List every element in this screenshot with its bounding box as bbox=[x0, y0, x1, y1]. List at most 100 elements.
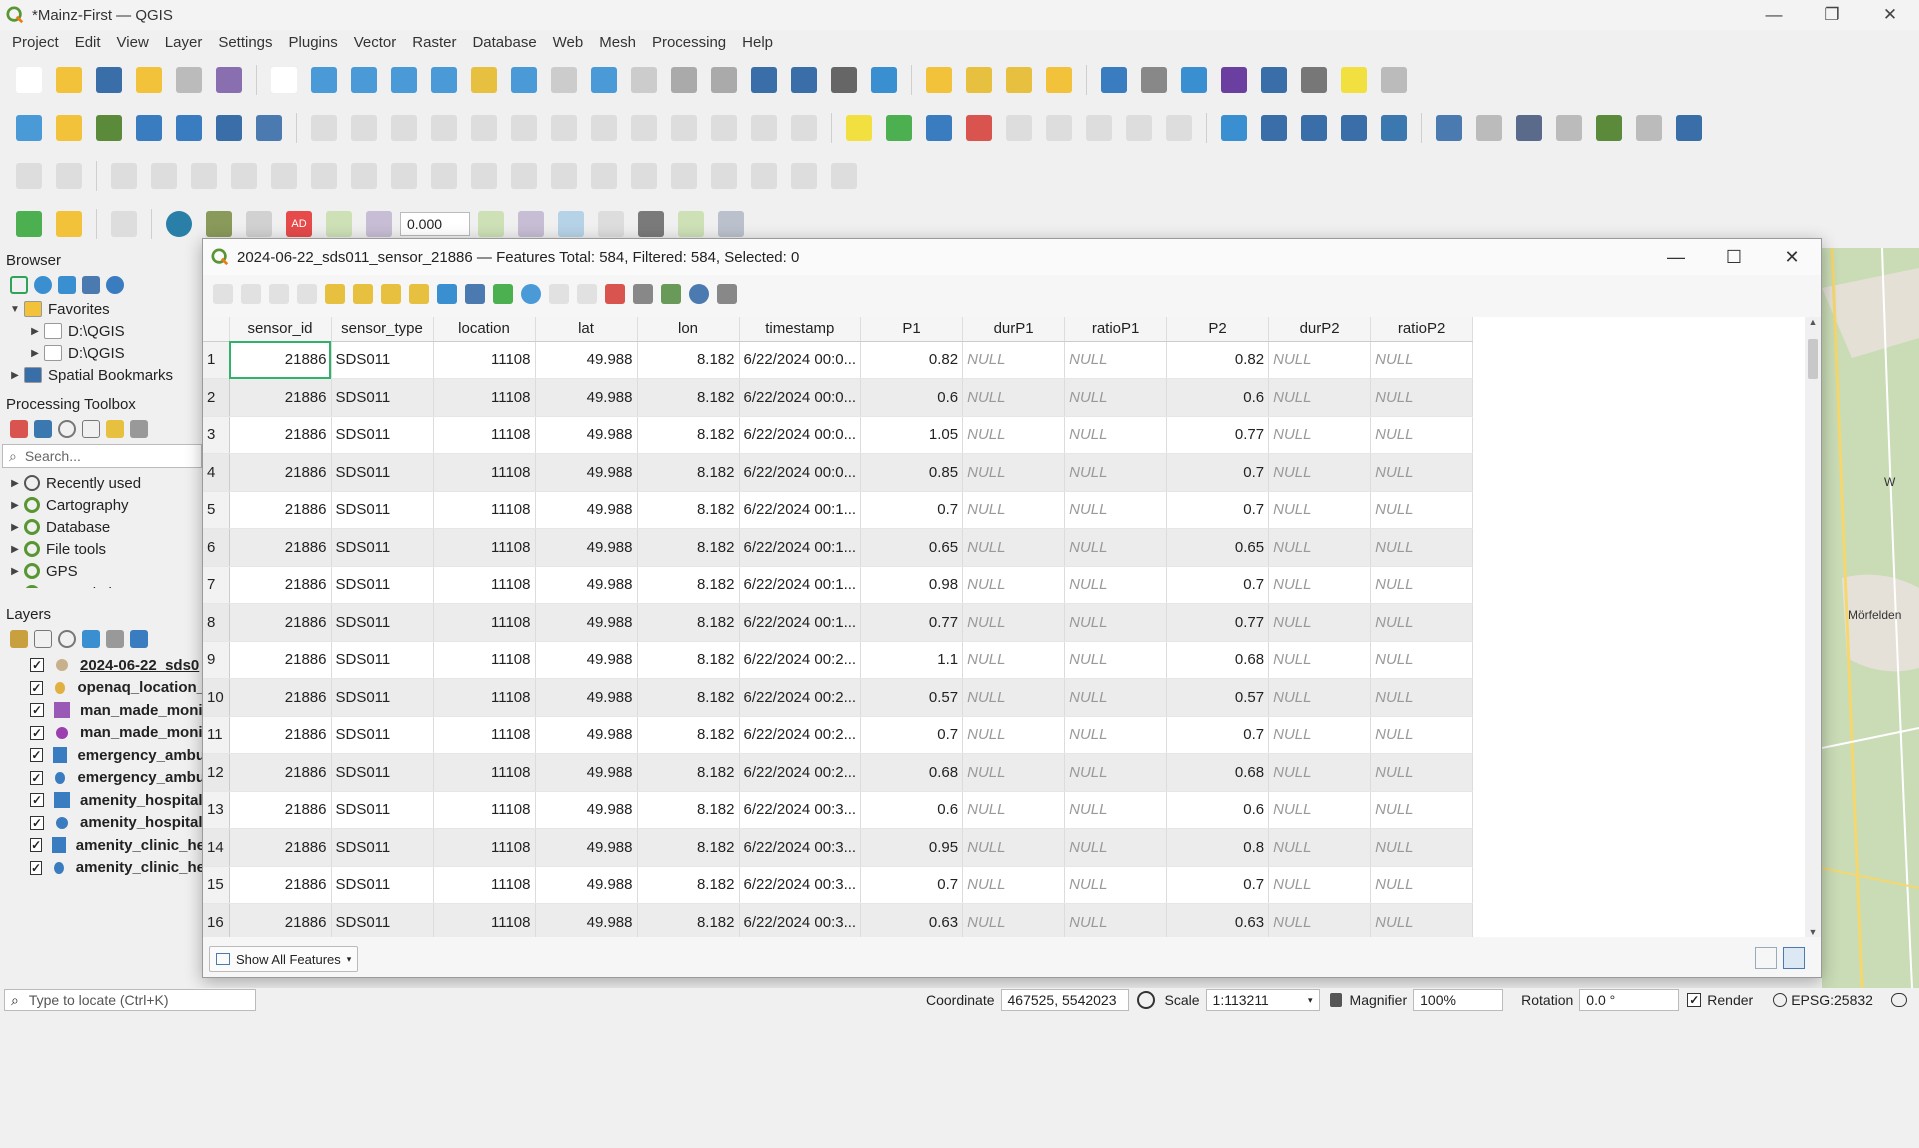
models-icon[interactable] bbox=[10, 420, 28, 438]
chevron-right-icon[interactable]: ▶ bbox=[26, 348, 44, 359]
conditional-formatting-icon[interactable] bbox=[661, 284, 681, 304]
zoom-native-icon[interactable] bbox=[545, 61, 583, 99]
table-cell[interactable]: 1.05 bbox=[860, 416, 964, 454]
rotate-icon[interactable] bbox=[545, 157, 583, 195]
toggle-edit-icon[interactable] bbox=[345, 109, 383, 147]
show-bookmarks-icon[interactable] bbox=[785, 61, 823, 99]
table-cell[interactable]: 6/22/2024 00:3... bbox=[739, 828, 862, 867]
move-selection-top-icon[interactable] bbox=[465, 284, 485, 304]
toolbox-item[interactable]: ▶ Recently used bbox=[0, 472, 205, 494]
table-cell[interactable]: 49.988 bbox=[535, 866, 638, 904]
map-canvas[interactable]: W Mörfelden bbox=[1821, 247, 1919, 989]
table-cell[interactable]: 8.182 bbox=[637, 866, 740, 904]
toolbox-item[interactable]: ▶ Interpolation bbox=[0, 582, 205, 588]
table-cell[interactable]: 0.7 bbox=[860, 491, 964, 529]
table-cell[interactable]: NULL bbox=[1268, 753, 1372, 792]
table-cell[interactable]: NULL bbox=[962, 866, 1066, 904]
chevron-right-icon[interactable]: ▶ bbox=[6, 500, 24, 511]
table-cell[interactable]: SDS011 bbox=[331, 678, 434, 717]
table-cell[interactable]: 49.988 bbox=[535, 341, 638, 379]
edit-rendering-icon[interactable] bbox=[106, 420, 124, 438]
add-vertex-icon[interactable] bbox=[1590, 109, 1628, 147]
point-cloud-icon[interactable] bbox=[1550, 109, 1588, 147]
pan-to-selection-icon[interactable] bbox=[305, 61, 343, 99]
table-cell[interactable]: 8.182 bbox=[637, 903, 740, 937]
select-expression-icon[interactable] bbox=[325, 284, 345, 304]
fill-ring-icon[interactable] bbox=[665, 157, 703, 195]
table-cell[interactable]: 0.77 bbox=[1166, 416, 1270, 454]
menu-plugins[interactable]: Plugins bbox=[281, 34, 346, 51]
table-cell[interactable]: NULL bbox=[1268, 378, 1372, 417]
table-cell[interactable]: 6/22/2024 00:0... bbox=[739, 378, 862, 417]
simplify-icon[interactable] bbox=[585, 157, 623, 195]
chevron-right-icon[interactable]: ▶ bbox=[6, 566, 24, 577]
layer-visibility-checkbox[interactable]: ✓ bbox=[30, 748, 43, 763]
table-cell[interactable]: 0.68 bbox=[1166, 753, 1270, 792]
column-header-p1[interactable]: P1 bbox=[860, 317, 964, 342]
table-cell[interactable]: NULL bbox=[962, 903, 1066, 937]
new-shapefile-icon[interactable] bbox=[90, 109, 128, 147]
attribute-table[interactable]: sensor_id sensor_type location lat lon timest… bbox=[203, 317, 1805, 937]
table-cell[interactable]: NULL bbox=[1268, 791, 1372, 829]
column-header-p2[interactable]: P2 bbox=[1166, 317, 1270, 342]
layer-item[interactable]: ✓ emergency_ambu bbox=[0, 744, 205, 767]
label-red-icon[interactable] bbox=[960, 109, 998, 147]
table-cell[interactable]: 6/22/2024 00:0... bbox=[739, 416, 862, 454]
show-hide-label-icon[interactable] bbox=[1040, 109, 1078, 147]
table-cell[interactable]: 8.182 bbox=[637, 603, 740, 642]
chevron-right-icon[interactable]: ▶ bbox=[6, 478, 24, 489]
zoom-to-layer-icon[interactable] bbox=[505, 61, 543, 99]
table-cell[interactable]: 6/22/2024 00:2... bbox=[739, 641, 862, 679]
restore-button[interactable]: ❐ bbox=[1803, 0, 1861, 30]
layer-visibility-checkbox[interactable]: ✓ bbox=[30, 680, 43, 695]
column-header-sensor_id[interactable]: sensor_id bbox=[229, 317, 332, 342]
layout-manager-icon[interactable] bbox=[170, 61, 208, 99]
table-cell[interactable]: NULL bbox=[962, 416, 1066, 454]
coordinate-field[interactable]: 467525, 5542023 bbox=[1000, 989, 1129, 1011]
table-cell[interactable]: NULL bbox=[1370, 678, 1474, 717]
table-cell[interactable]: NULL bbox=[962, 528, 1066, 567]
table-cell[interactable]: 21886 bbox=[229, 828, 332, 867]
row-number[interactable]: 6 bbox=[203, 528, 230, 567]
minimize-button[interactable]: — bbox=[1745, 0, 1803, 30]
layer-visibility-checkbox[interactable]: ✓ bbox=[30, 725, 44, 740]
layer-item[interactable]: ✓ man_made_moni bbox=[0, 699, 205, 722]
digitize-icon[interactable] bbox=[305, 109, 343, 147]
layer-visibility-checkbox[interactable]: ✓ bbox=[30, 860, 43, 875]
menu-processing[interactable]: Processing bbox=[644, 34, 734, 51]
table-cell[interactable]: NULL bbox=[1370, 641, 1474, 679]
merge-icon[interactable] bbox=[425, 157, 463, 195]
table-cell[interactable]: 21886 bbox=[229, 903, 332, 937]
filter-legend-icon[interactable] bbox=[82, 630, 100, 648]
globe-add-icon[interactable] bbox=[1255, 109, 1293, 147]
layer-item[interactable]: ✓ emergency_ambu bbox=[0, 767, 205, 790]
table-cell[interactable]: 0.95 bbox=[860, 828, 964, 867]
table-cell[interactable]: 8.182 bbox=[637, 528, 740, 567]
move-label-icon[interactable] bbox=[1080, 109, 1118, 147]
table-cell[interactable]: 8.182 bbox=[637, 566, 740, 604]
table-cell[interactable]: 6/22/2024 00:2... bbox=[739, 753, 862, 792]
table-cell[interactable]: 21886 bbox=[229, 491, 332, 529]
trim-extend-icon[interactable] bbox=[825, 157, 863, 195]
toolbox-search-input[interactable]: ⌕ Search... bbox=[2, 444, 202, 468]
zoom-next-icon[interactable] bbox=[625, 61, 663, 99]
menu-raster[interactable]: Raster bbox=[404, 34, 464, 51]
table-cell[interactable]: NULL bbox=[1064, 378, 1168, 417]
zoom-to-selection-icon[interactable] bbox=[465, 61, 503, 99]
row-number[interactable]: 9 bbox=[203, 641, 230, 679]
table-cell[interactable]: NULL bbox=[1370, 528, 1474, 567]
table-cell[interactable]: 0.6 bbox=[860, 791, 964, 829]
gps-icon[interactable] bbox=[160, 205, 198, 243]
table-cell[interactable]: 11108 bbox=[433, 866, 536, 904]
table-cell[interactable]: NULL bbox=[1268, 603, 1372, 642]
table-cell[interactable]: 21886 bbox=[229, 791, 332, 829]
chevron-down-icon[interactable]: ▼ bbox=[6, 304, 24, 315]
chevron-right-icon[interactable]: ▶ bbox=[6, 522, 24, 533]
table-cell[interactable]: NULL bbox=[1370, 341, 1474, 379]
menu-edit[interactable]: Edit bbox=[67, 34, 109, 51]
table-cell[interactable]: 11108 bbox=[433, 753, 536, 792]
table-cell[interactable]: 6/22/2024 00:3... bbox=[739, 791, 862, 829]
shape-arc-icon[interactable] bbox=[305, 157, 343, 195]
dialog-minimize-button[interactable]: — bbox=[1647, 239, 1705, 275]
dialog-maximize-button[interactable]: ☐ bbox=[1705, 239, 1763, 275]
